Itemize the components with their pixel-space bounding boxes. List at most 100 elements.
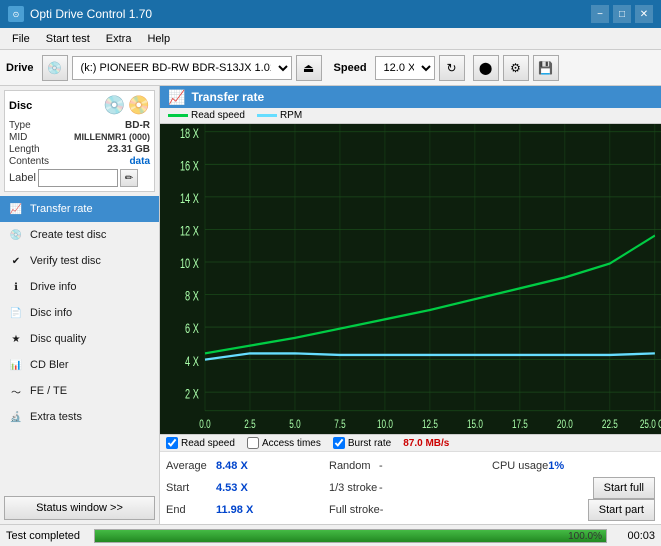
svg-text:10.0: 10.0 [377,417,393,431]
verify-test-disc-icon: ✔ [8,253,24,269]
svg-text:12 X: 12 X [180,223,199,240]
svg-text:15.0: 15.0 [467,417,483,431]
menu-start-test[interactable]: Start test [38,31,98,47]
average-label: Average [166,460,216,472]
svg-text:22.5: 22.5 [602,417,618,431]
stats-row-end: End 11.98 X Full stroke - Start part [166,499,655,521]
svg-text:0.0: 0.0 [199,417,210,431]
mid-label: MID [9,132,27,143]
nav-create-test-disc[interactable]: 💿 Create test disc [0,222,159,248]
start-full-button[interactable]: Start full [593,477,655,499]
burst-rate-value: 87.0 MB/s [403,438,449,449]
start-value: 4.53 X [216,482,256,494]
nav-verify-test-disc[interactable]: ✔ Verify test disc [0,248,159,274]
nav-verify-test-disc-label: Verify test disc [30,255,101,267]
read-speed-checkbox-label: Read speed [181,438,235,449]
minimize-button[interactable]: − [591,5,609,23]
start-label: Start [166,482,216,494]
mid-value: MILLENMR1 (000) [74,132,150,143]
svg-text:12.5: 12.5 [422,417,438,431]
save-button[interactable]: 💾 [533,55,559,81]
svg-text:8 X: 8 X [185,288,199,305]
record-button[interactable]: ⬤ [473,55,499,81]
cpu-usage-value: 1% [548,460,588,472]
svg-text:6 X: 6 X [185,320,199,337]
disc-quality-icon: ★ [8,331,24,347]
speed-select[interactable]: 12.0 X [375,56,435,80]
nav-disc-quality-label: Disc quality [30,333,86,345]
svg-text:10 X: 10 X [180,255,199,272]
nav-transfer-rate[interactable]: 📈 Transfer rate [0,196,159,222]
disc-icon2: 📀 [128,95,150,116]
burst-rate-checkbox[interactable] [333,437,345,449]
svg-text:25.0 GB: 25.0 GB [640,417,661,431]
rpm-legend-label: RPM [280,110,302,121]
label-edit-button[interactable]: ✏ [120,169,138,187]
nav-cd-bler[interactable]: 📊 CD Bler [0,352,159,378]
disc-panel: Disc 💿 📀 Type BD-R MID MILLENMR1 (000) L… [4,90,155,192]
stats-row-average: Average 8.48 X Random - CPU usage 1% [166,455,655,477]
length-value: 23.31 GB [107,144,150,155]
nav-disc-info[interactable]: 📄 Disc info [0,300,159,326]
eject-button[interactable]: ⏏ [296,55,322,81]
extra-tests-icon: 🔬 [8,409,24,425]
drive-icon-btn[interactable]: 💿 [42,55,68,81]
nav-drive-info[interactable]: ℹ Drive info [0,274,159,300]
type-value: BD-R [125,120,150,131]
app-title: Opti Drive Control 1.70 [30,7,152,21]
speed-label: Speed [334,62,367,74]
progress-text: 100.0% [568,530,602,544]
stats-area: Average 8.48 X Random - CPU usage 1% Sta… [160,451,661,524]
nav-extra-tests[interactable]: 🔬 Extra tests [0,404,159,430]
end-value: 11.98 X [216,504,256,516]
refresh-button[interactable]: ↻ [439,55,465,81]
svg-text:17.5: 17.5 [512,417,528,431]
app-icon: ⊙ [8,6,24,22]
chart-area: 📈 Transfer rate Read speed RPM [160,86,661,524]
drive-label: Drive [6,62,34,74]
nav-extra-tests-label: Extra tests [30,411,82,423]
chart-icon: 📈 [168,89,185,106]
contents-value: data [129,156,150,167]
progress-fill [95,530,606,542]
nav-transfer-rate-label: Transfer rate [30,203,93,215]
start-part-button[interactable]: Start part [588,499,655,521]
svg-text:5.0: 5.0 [289,417,300,431]
length-label: Length [9,144,40,155]
rpm-legend-color [257,114,277,117]
menu-file[interactable]: File [4,31,38,47]
svg-text:14 X: 14 X [180,190,199,207]
random-value: - [379,460,419,472]
disc-info-icon: 📄 [8,305,24,321]
sidebar: Disc 💿 📀 Type BD-R MID MILLENMR1 (000) L… [0,86,160,524]
cpu-usage-label: CPU usage [492,460,548,472]
one-third-value: - [379,482,419,494]
toolbar: Drive 💿 (k:) PIONEER BD-RW BDR-S13JX 1.0… [0,50,661,86]
read-speed-checkbox[interactable] [166,437,178,449]
close-button[interactable]: ✕ [635,5,653,23]
full-stroke-label: Full stroke [329,504,380,516]
menu-extra[interactable]: Extra [98,31,140,47]
read-speed-legend-color [168,114,188,117]
title-bar: ⊙ Opti Drive Control 1.70 − □ ✕ [0,0,661,28]
transfer-rate-icon: 📈 [8,201,24,217]
maximize-button[interactable]: □ [613,5,631,23]
drive-info-icon: ℹ [8,279,24,295]
svg-text:16 X: 16 X [180,158,199,175]
drive-select[interactable]: (k:) PIONEER BD-RW BDR-S13JX 1.01 [72,56,292,80]
status-window-button[interactable]: Status window >> [4,496,155,520]
average-value: 8.48 X [216,460,256,472]
chart-header: 📈 Transfer rate [160,86,661,108]
full-stroke-value: - [380,504,420,516]
chart-footer: Read speed Access times Burst rate 87.0 … [160,434,661,451]
nav-disc-quality[interactable]: ★ Disc quality [0,326,159,352]
chart-container: 18 X 16 X 14 X 12 X 10 X 8 X 6 X 4 X 2 X… [160,124,661,434]
nav-fe-te[interactable]: 〜 FE / TE [0,378,159,404]
access-times-checkbox[interactable] [247,437,259,449]
nav-disc-info-label: Disc info [30,307,72,319]
menu-help[interactable]: Help [139,31,178,47]
settings-button[interactable]: ⚙ [503,55,529,81]
label-input[interactable] [38,169,118,187]
fe-te-icon: 〜 [8,383,24,399]
read-speed-legend-label: Read speed [191,110,245,121]
